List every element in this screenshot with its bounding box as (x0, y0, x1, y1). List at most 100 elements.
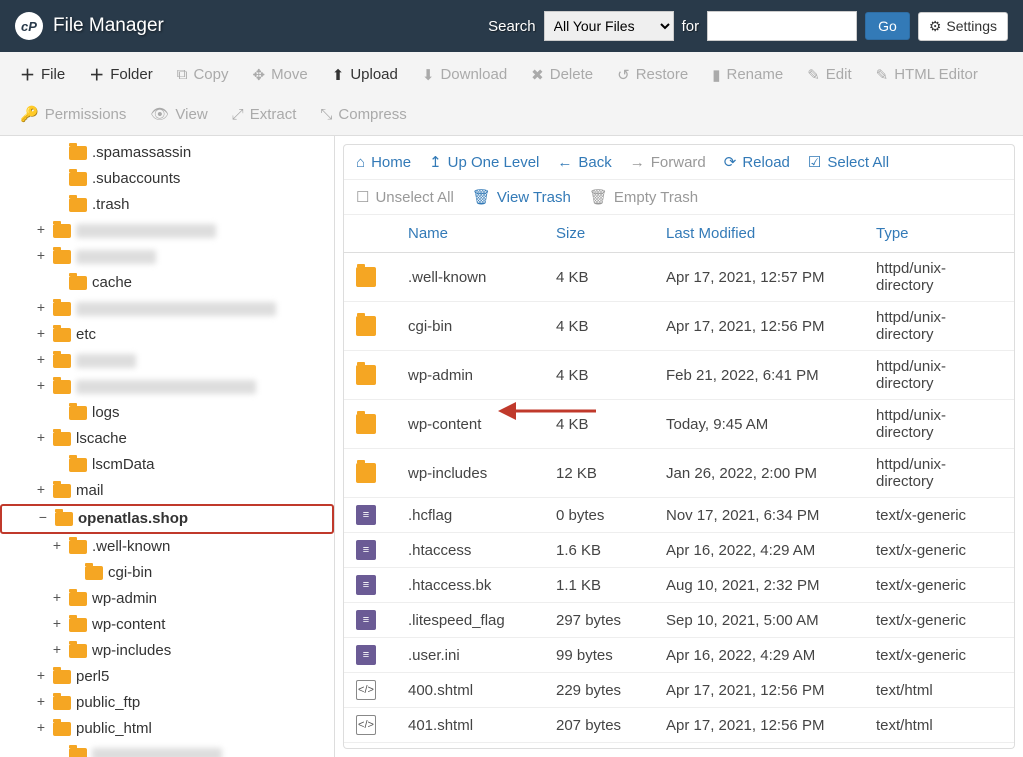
search-input[interactable] (707, 11, 857, 41)
file-modified-cell: Sep 10, 2021, 5:00 AM (654, 603, 864, 638)
back-link[interactable]: ←Back (557, 154, 611, 171)
empty-trash-link[interactable]: 🗑Empty Trash (589, 188, 698, 206)
tree-item[interactable]: + (0, 296, 334, 322)
forward-link[interactable]: →Forward (630, 154, 706, 171)
search-label: Search (488, 18, 536, 35)
up-level-link[interactable]: ↥Up One Level (429, 153, 539, 171)
tree-toggle[interactable]: + (34, 428, 48, 450)
file-type-cell: text/x-generic (864, 603, 1014, 638)
tree-toggle[interactable]: + (50, 588, 64, 610)
col-type[interactable]: Type (864, 215, 1014, 253)
tree-label: .trash (92, 194, 130, 216)
new-folder-button[interactable]: ＋Folder (79, 58, 163, 91)
tree-item[interactable]: +etc (0, 322, 334, 348)
tree-item[interactable]: + (0, 742, 334, 757)
tree-item[interactable]: +public_ftp (0, 690, 334, 716)
tree-item[interactable]: +.well-known (0, 534, 334, 560)
tree-item[interactable]: +lscmData (0, 452, 334, 478)
table-row[interactable]: ≡.hcflag0 bytesNov 17, 2021, 6:34 PMtext… (344, 498, 1014, 533)
tree-item[interactable]: + (0, 374, 334, 400)
tree-item[interactable]: +logs (0, 400, 334, 426)
tree-toggle[interactable]: + (34, 246, 48, 268)
permissions-button[interactable]: 🔑Permissions (10, 99, 136, 129)
home-link[interactable]: ⌂Home (356, 154, 411, 171)
reload-link[interactable]: ⟳Reload (724, 153, 790, 171)
settings-button[interactable]: ⚙ Settings (918, 12, 1008, 41)
tree-item[interactable]: +public_html (0, 716, 334, 742)
extract-button[interactable]: ⤢Extract (222, 99, 307, 129)
file-size-cell: 297 bytes (544, 603, 654, 638)
tree-item[interactable]: +cgi-bin (0, 560, 334, 586)
tree-item[interactable]: +mail (0, 478, 334, 504)
tree-toggle[interactable]: − (36, 508, 50, 530)
col-modified[interactable]: Last Modified (654, 215, 864, 253)
folder-tree[interactable]: +.spamassassin+.subaccounts+.trash+ + +c… (0, 136, 335, 757)
tree-toggle[interactable]: + (34, 220, 48, 242)
copy-button[interactable]: ⧉Copy (167, 58, 239, 91)
col-name[interactable]: Name (396, 215, 544, 253)
tree-item[interactable]: +perl5 (0, 664, 334, 690)
table-row[interactable]: ≡.htaccess1.6 KBApr 16, 2022, 4:29 AMtex… (344, 533, 1014, 568)
select-all-link[interactable]: ☑Select All (808, 153, 889, 171)
unselect-all-link[interactable]: ☐Unselect All (356, 188, 454, 206)
file-table-wrap[interactable]: Name Size Last Modified Type .well-known… (343, 215, 1015, 749)
col-size[interactable]: Size (544, 215, 654, 253)
table-row[interactable]: ≡.user.ini99 bytesApr 16, 2022, 4:29 AMt… (344, 638, 1014, 673)
tree-toggle[interactable]: + (34, 324, 48, 346)
tree-item[interactable]: +lscache (0, 426, 334, 452)
folder-label: Folder (110, 66, 153, 83)
file-size-cell: 4 KB (544, 351, 654, 400)
tree-toggle[interactable]: + (34, 298, 48, 320)
tree-item[interactable]: + (0, 218, 334, 244)
delete-button[interactable]: ✖Delete (521, 58, 603, 91)
view-button[interactable]: 👁View (140, 99, 217, 129)
table-row[interactable]: wp-admin4 KBFeb 21, 2022, 6:41 PMhttpd/u… (344, 351, 1014, 400)
tree-item[interactable]: +wp-admin (0, 586, 334, 612)
tree-toggle[interactable]: + (50, 536, 64, 558)
tree-item[interactable]: + (0, 244, 334, 270)
new-file-button[interactable]: ＋File (10, 58, 75, 91)
tree-toggle[interactable]: + (50, 614, 64, 636)
tree-item[interactable]: +.subaccounts (0, 166, 334, 192)
html-editor-button[interactable]: ✎HTML Editor (866, 58, 988, 91)
table-row[interactable]: </>401.shtml207 bytesApr 17, 2021, 12:56… (344, 708, 1014, 743)
tree-toggle[interactable]: + (34, 350, 48, 372)
table-row[interactable]: </>403.shtml203 bytesApr 17, 2021, 12:56… (344, 743, 1014, 750)
tree-toggle[interactable]: + (34, 480, 48, 502)
table-row[interactable]: .well-known4 KBApr 17, 2021, 12:57 PMhtt… (344, 253, 1014, 302)
upload-button[interactable]: ⬆Upload (322, 58, 408, 91)
move-button[interactable]: ✥Move (242, 58, 317, 91)
for-label: for (682, 18, 700, 35)
tree-toggle[interactable]: + (34, 718, 48, 740)
view-trash-link[interactable]: 🗑View Trash (472, 188, 571, 206)
tree-item[interactable]: −openatlas.shop (0, 504, 334, 534)
tree-toggle[interactable]: + (34, 376, 48, 398)
folder-icon (356, 414, 376, 434)
table-row[interactable]: wp-includes12 KBJan 26, 2022, 2:00 PMhtt… (344, 449, 1014, 498)
compress-button[interactable]: ⤡Compress (310, 99, 416, 129)
file-modified-cell: Apr 17, 2021, 12:57 PM (654, 253, 864, 302)
tree-toggle[interactable]: + (34, 692, 48, 714)
delete-icon: ✖ (531, 66, 544, 84)
rename-button[interactable]: ▮Rename (702, 58, 793, 91)
edit-button[interactable]: ✎Edit (797, 58, 861, 91)
table-row[interactable]: wp-content4 KBToday, 9:45 AMhttpd/unix-d… (344, 400, 1014, 449)
download-button[interactable]: ⬇Download (412, 58, 517, 91)
table-row[interactable]: </>400.shtml229 bytesApr 17, 2021, 12:56… (344, 673, 1014, 708)
search-scope-select[interactable]: All Your Files (544, 11, 674, 41)
view-trash-label: View Trash (497, 189, 571, 206)
tree-item[interactable]: +wp-includes (0, 638, 334, 664)
table-row[interactable]: cgi-bin4 KBApr 17, 2021, 12:56 PMhttpd/u… (344, 302, 1014, 351)
tree-item[interactable]: +.trash (0, 192, 334, 218)
restore-button[interactable]: ↺Restore (607, 58, 698, 91)
folder-icon (69, 644, 87, 658)
table-row[interactable]: ≡.htaccess.bk1.1 KBAug 10, 2021, 2:32 PM… (344, 568, 1014, 603)
tree-toggle[interactable]: + (34, 666, 48, 688)
tree-item[interactable]: +wp-content (0, 612, 334, 638)
go-button[interactable]: Go (865, 12, 910, 40)
tree-item[interactable]: +.spamassassin (0, 140, 334, 166)
tree-item[interactable]: +cache (0, 270, 334, 296)
table-row[interactable]: ≡.litespeed_flag297 bytesSep 10, 2021, 5… (344, 603, 1014, 638)
tree-item[interactable]: + (0, 348, 334, 374)
tree-toggle[interactable]: + (50, 640, 64, 662)
